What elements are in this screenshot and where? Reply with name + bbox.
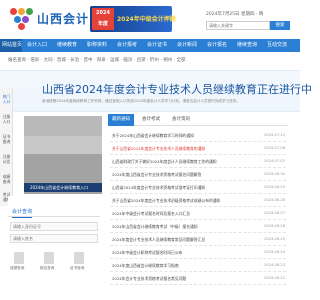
nav-item-forum[interactable]: 互动交流	[267, 39, 287, 52]
search-button[interactable]: 搜索	[270, 21, 290, 30]
news-date: 2024-06-29	[264, 185, 285, 189]
news-row[interactable]: 2024年中级会计职称考试报名时间已公布 2024-06-24	[110, 247, 286, 259]
news-row[interactable]: 2024年度会计专业技术人员继续教育常见问题解答汇总 2024-06-25	[110, 234, 286, 246]
sub-nav-links[interactable]: 报名查询 · 培训 · 大同 · 晋城 · 长治 · 晋中 · 阳泉 · 运城 …	[8, 57, 186, 63]
query-id-input[interactable]	[10, 222, 98, 231]
slider-image-sky	[24, 116, 102, 136]
news-date: 2024-06-28	[264, 198, 285, 202]
query-panel-title: 会计查询	[12, 208, 33, 218]
ad-text: 2024年中级会计押题	[117, 16, 176, 23]
site-logo[interactable]: 山西会计	[10, 6, 90, 32]
news-title[interactable]: 2024年中级会计考试报名时间及报名入口汇总	[112, 211, 190, 217]
news-title[interactable]: 2024年山西省会计继续教育考试（中级）报名通知	[112, 224, 198, 230]
news-row[interactable]: 2024年山西省会计继续教育考试（中级）报名通知 2024-06-26	[110, 221, 286, 233]
news-title[interactable]: 2024年中级会计职称考试报名时间已公布	[112, 250, 182, 256]
tab-info[interactable]: 会计资讯	[168, 114, 194, 126]
logo-text: 山西会计	[37, 12, 90, 26]
certificate-query-label[interactable]: 证书查询	[70, 266, 84, 271]
leftbar-item-hot[interactable]: 热门入口	[1, 94, 12, 104]
news-title[interactable]: 关于2024年山西省会计继续教育学习时间的通知	[112, 133, 194, 139]
query-panel-header: 会计查询	[8, 205, 100, 218]
news-row[interactable]: 山西省财政厅关于做好2024年度会计人员继续教育工作的通知 2024-07-02	[110, 156, 286, 168]
register-query-label[interactable]: 报名查询	[40, 266, 54, 271]
news-title[interactable]: 2024年度山西省会计专业技术资格考试报名问题解答	[112, 172, 201, 178]
news-date: 2024-06-23	[264, 263, 285, 267]
news-title[interactable]: 关于山西省2024年度会计专业技术初级资格考试成绩公布的通知	[112, 198, 220, 204]
news-title[interactable]: 山西省财政厅关于做好2024年度会计人员继续教育工作的通知	[112, 159, 217, 165]
query-name-input[interactable]	[10, 234, 98, 243]
leftbar-item-register[interactable]: 注册入口	[1, 114, 12, 124]
ad-badge: 2024 年度	[92, 8, 114, 30]
slider-caption[interactable]: 2024年山西省会计继续教育入口	[24, 183, 102, 192]
left-float-bar: 热门入口 注册入口 证书查询 注册公告 成绩查询 考试通知	[0, 88, 13, 206]
news-row[interactable]: 2024年会计专业技术资格考试报名常见问题 2024-06-22	[110, 273, 286, 285]
nav-item-exam[interactable]: 会计报考	[117, 39, 137, 52]
nav-item-home[interactable]: 网站首页	[0, 39, 22, 52]
ad-badge-line2: 年度	[97, 21, 108, 27]
nav-item-certificate[interactable]: 会计证书	[147, 39, 167, 52]
news-date: 2024-06-25	[264, 237, 285, 241]
news-row[interactable]: 2024年度山西省会计专业技术资格考试报名问题解答 2024-06-30	[110, 169, 286, 181]
news-date: 2024-06-27	[264, 211, 285, 215]
news-title[interactable]: 山西省2024年度会计专业技术资格考试准考证打印通知	[112, 185, 205, 191]
news-row[interactable]: 关于山西省2024年度会计专业技术初级资格考试成绩公布的通知 2024-06-2…	[110, 195, 286, 207]
news-title[interactable]: 2024年度山西省会计继续教育学习指南	[112, 263, 179, 269]
news-title[interactable]: 2024年度会计专业技术人员继续教育常见问题解答汇总	[112, 237, 205, 243]
date-weather: 2024年7月25日 星期四 · 晴	[206, 12, 264, 17]
news-row[interactable]: 关于2024年山西省会计继续教育学习时间的通知 2024-07-12	[110, 130, 286, 142]
news-tabs: 最新通知 会计考试 会计资讯	[108, 114, 288, 126]
news-row[interactable]: 山西省2024年度会计专业技术资格考试准考证打印通知 2024-06-29	[110, 182, 286, 194]
nav-item-query[interactable]: 继续查询	[237, 39, 257, 52]
nav-item-materials[interactable]: 职称资料	[87, 39, 107, 52]
nav-item-news[interactable]: 会计新闻	[177, 39, 197, 52]
site-header: 山西会计 2024 年度 2024年中级会计押题 2024年7月25日 星期四 …	[0, 0, 300, 38]
news-date: 2024-06-26	[264, 224, 285, 228]
news-date: 2024-06-24	[264, 250, 285, 254]
nav-item-education[interactable]: 继续教育	[57, 39, 77, 52]
news-title[interactable]: 关于山西省2024年度会计专业技术人员继续教育的通知	[112, 146, 205, 152]
news-date: 2024-06-30	[264, 172, 285, 176]
nav-item-register[interactable]: 会计报名	[207, 39, 227, 52]
news-title[interactable]: 2024年会计专业技术资格考试报名常见问题	[112, 276, 186, 282]
news-date: 2024-07-08	[264, 146, 285, 150]
news-row[interactable]: 关于山西省2024年度会计专业技术人员继续教育的通知 2024-07-08	[110, 143, 286, 155]
score-query-icon[interactable]	[14, 252, 24, 264]
hero-title[interactable]: 山西省2024年度会计专业技术人员继续教育正在进行中	[42, 81, 312, 97]
tab-exam[interactable]: 会计考试	[138, 114, 164, 126]
hero-description: 各地按照2024年度继续教育工作安排，通过官网入口完成2024年度会计人员学习计…	[42, 99, 240, 103]
leftbar-item-cert[interactable]: 证书查询	[1, 134, 12, 144]
header-ad-banner[interactable]: 2024 年度 2024年中级会计押题	[90, 6, 176, 32]
search-input[interactable]	[206, 21, 270, 30]
news-date: 2024-06-22	[264, 276, 285, 280]
ad-badge-line1: 2024	[96, 10, 110, 16]
news-row[interactable]: 2024年中级会计考试报名时间及报名入口汇总 2024-06-27	[110, 208, 286, 220]
nav-item-entry[interactable]: 会计入口	[27, 39, 47, 52]
score-query-label[interactable]: 成绩查询	[10, 266, 24, 271]
logo-mark-icon	[10, 8, 34, 30]
news-row[interactable]: 2024年度山西省会计继续教育学习指南 2024-06-23	[110, 260, 286, 272]
main-nav: 网站首页 会计入口 继续教育 职称资料 会计报考 会计证书 会计新闻 会计报名 …	[0, 39, 300, 52]
tab-latest[interactable]: 最新通知	[108, 114, 134, 126]
register-query-icon[interactable]	[44, 252, 54, 264]
news-date: 2024-07-02	[264, 159, 285, 163]
certificate-query-icon[interactable]	[74, 252, 84, 264]
leftbar-item-notice[interactable]: 注册公告	[1, 154, 12, 164]
news-date: 2024-07-12	[264, 133, 285, 137]
leftbar-item-score[interactable]: 成绩查询	[1, 174, 12, 184]
